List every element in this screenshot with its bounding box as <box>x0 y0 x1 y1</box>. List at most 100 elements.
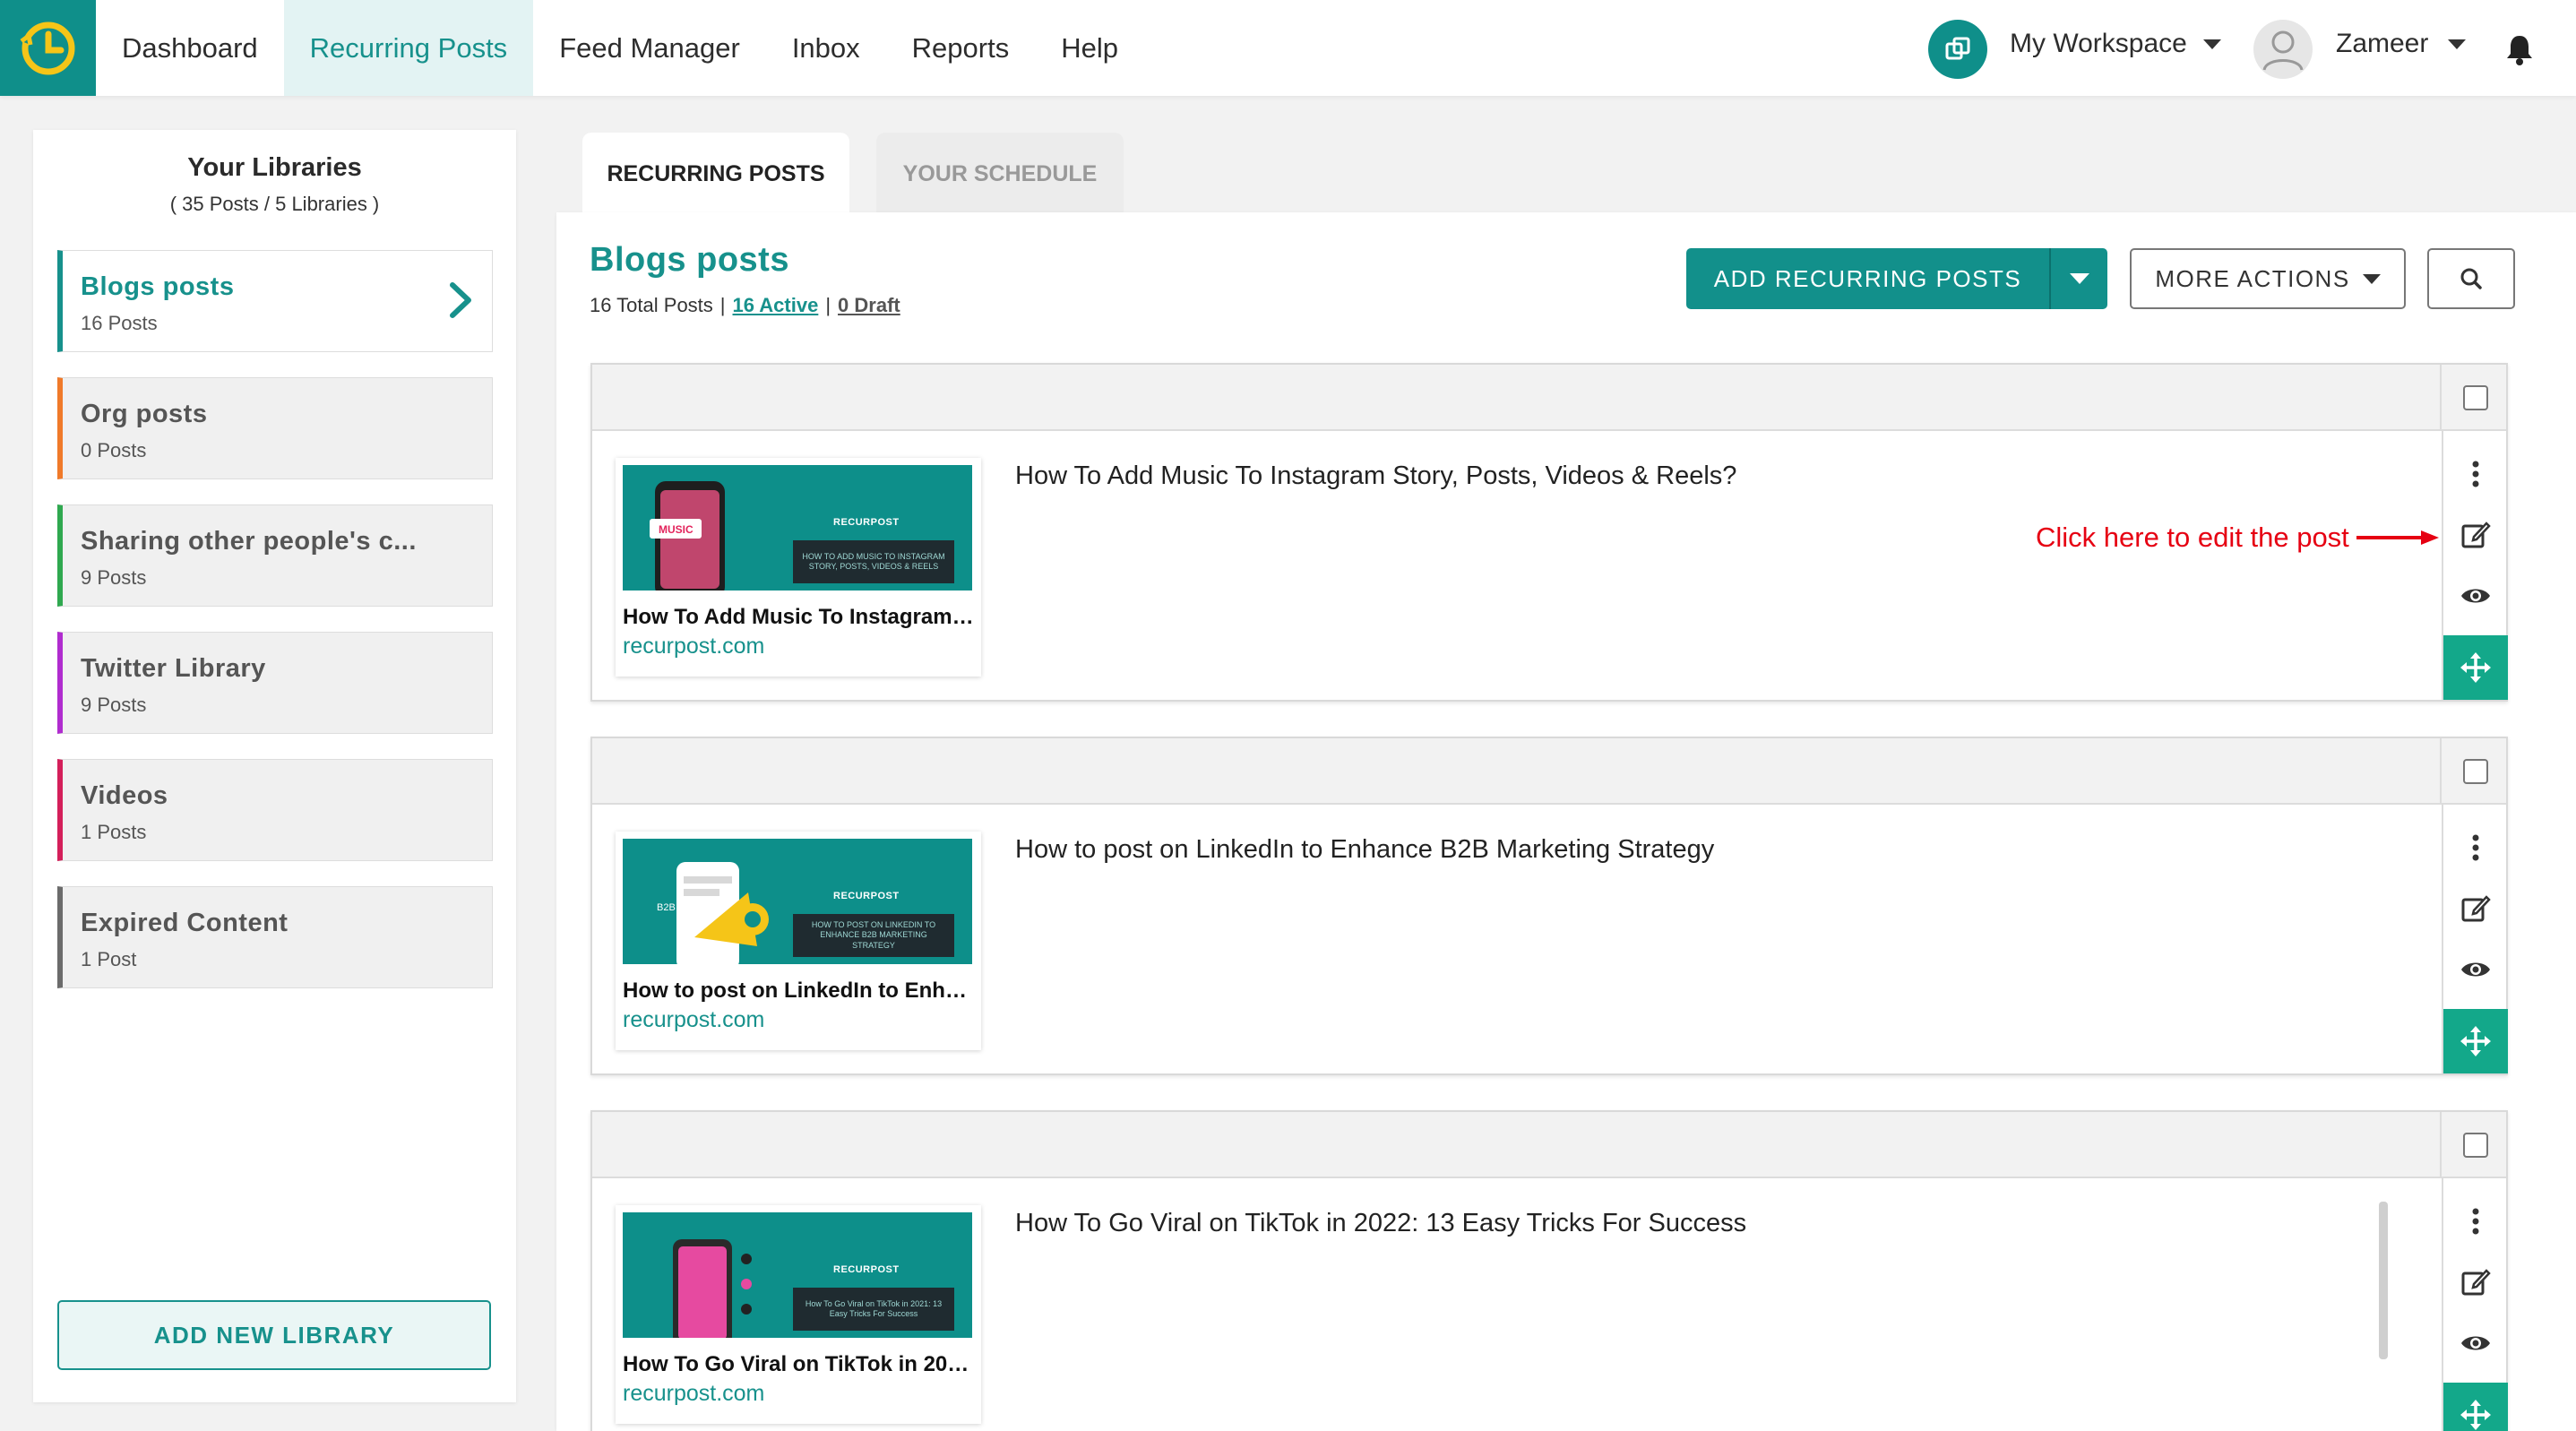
main-panel: Blogs posts 16 Total Posts | 16 Active |… <box>556 212 2576 1431</box>
library-name: Sharing other people's c... <box>81 527 417 556</box>
post-actions <box>2442 805 2508 1073</box>
library-count: 0 Posts <box>81 439 147 461</box>
library-count: 1 Posts <box>81 821 147 843</box>
edit-icon[interactable] <box>2460 892 2492 925</box>
more-vertical-icon[interactable] <box>2460 1205 2492 1237</box>
post-text: How To Go Viral on TikTok in 2022: 13 Ea… <box>1015 1209 1747 1237</box>
avatar[interactable] <box>2253 20 2313 79</box>
preview-domain: recurpost.com <box>623 1381 765 1406</box>
preview-domain: recurpost.com <box>623 1007 765 1032</box>
post-card-header <box>592 365 2506 431</box>
thumb-caption: How To Go Viral on TikTok in 2021: 13 Ea… <box>793 1288 954 1331</box>
more-actions-label: MORE ACTIONS <box>2155 264 2350 292</box>
preview-thumbnail: MUSIC RECURPOST HOW TO ADD MUSIC TO INST… <box>623 465 972 591</box>
workspace-name: My Workspace <box>2010 29 2187 58</box>
library-item-videos[interactable]: Videos 1 Posts <box>57 759 493 861</box>
workspace-dropdown[interactable]: My Workspace <box>2010 29 2221 59</box>
total-posts: 16 Total Posts <box>590 294 713 316</box>
library-count: 16 Posts <box>81 312 158 334</box>
post-actions <box>2442 431 2508 700</box>
post-select-checkbox[interactable] <box>2463 1133 2488 1158</box>
post-card-header <box>592 1112 2506 1178</box>
search-button[interactable] <box>2427 248 2515 309</box>
add-posts-dropdown-toggle[interactable] <box>2051 248 2107 309</box>
thumb-brand: RECURPOST <box>833 891 900 901</box>
nav-recurring-posts[interactable]: Recurring Posts <box>283 0 534 96</box>
add-recurring-posts-button[interactable]: ADD RECURRING POSTS <box>1686 248 2107 309</box>
eye-icon[interactable] <box>2460 1327 2492 1359</box>
drag-handle[interactable] <box>2443 635 2508 700</box>
edit-icon[interactable] <box>2460 519 2492 551</box>
post-card: RECURPOST How To Go Viral on TikTok in 2… <box>590 1110 2508 1431</box>
post-card: MUSIC RECURPOST HOW TO ADD MUSIC TO INST… <box>590 363 2508 702</box>
tab-recurring-posts[interactable]: RECURRING POSTS <box>582 133 849 215</box>
library-item-blogs-posts[interactable]: Blogs posts 16 Posts <box>57 250 493 352</box>
more-vertical-icon[interactable] <box>2460 458 2492 490</box>
thumb-brand: RECURPOST <box>833 517 900 528</box>
user-dropdown[interactable]: Zameer <box>2336 29 2467 59</box>
add-recurring-posts-label[interactable]: ADD RECURRING POSTS <box>1686 248 2051 309</box>
library-item-twitter[interactable]: Twitter Library 9 Posts <box>57 632 493 734</box>
chevron-down-icon <box>2202 39 2221 49</box>
edit-icon[interactable] <box>2460 1266 2492 1298</box>
sidebar-title: Your Libraries <box>187 153 362 182</box>
preview-thumbnail: B2B RECURPOST HOW TO POST ON LINKEDIN TO… <box>623 839 972 964</box>
divider <box>2440 365 2442 431</box>
link-preview[interactable]: RECURPOST How To Go Viral on TikTok in 2… <box>616 1205 981 1424</box>
post-select-checkbox[interactable] <box>2463 385 2488 410</box>
link-preview[interactable]: MUSIC RECURPOST HOW TO ADD MUSIC TO INST… <box>616 458 981 677</box>
draft-posts-link[interactable]: 0 Draft <box>838 294 900 317</box>
annotation-text: Click here to edit the post <box>2036 522 2349 553</box>
preview-thumbnail: RECURPOST How To Go Viral on TikTok in 2… <box>623 1212 972 1338</box>
nav-dashboard[interactable]: Dashboard <box>96 0 284 96</box>
library-count: 9 Posts <box>81 566 147 589</box>
move-icon <box>2460 1400 2491 1430</box>
drag-handle[interactable] <box>2443 1009 2508 1073</box>
drag-handle[interactable] <box>2443 1383 2508 1431</box>
workspace-icon[interactable] <box>1928 20 1987 79</box>
nav-help[interactable]: Help <box>1035 0 1144 96</box>
chevron-down-icon <box>2362 273 2381 284</box>
search-icon <box>2460 268 2482 289</box>
app-logo[interactable] <box>0 0 96 96</box>
post-text: How to post on LinkedIn to Enhance B2B M… <box>1015 835 1715 864</box>
divider <box>2440 738 2442 805</box>
post-select-checkbox[interactable] <box>2463 759 2488 784</box>
preview-title: How To Add Music To Instagram Story, Pos… <box>623 605 976 629</box>
divider <box>2440 1112 2442 1178</box>
library-name: Blogs posts <box>81 272 235 301</box>
preview-domain: recurpost.com <box>623 634 765 659</box>
more-actions-button[interactable]: MORE ACTIONS <box>2130 248 2406 309</box>
eye-icon[interactable] <box>2460 953 2492 986</box>
link-preview[interactable]: B2B RECURPOST HOW TO POST ON LINKEDIN TO… <box>616 832 981 1050</box>
post-card: B2B RECURPOST HOW TO POST ON LINKEDIN TO… <box>590 737 2508 1075</box>
more-vertical-icon[interactable] <box>2460 832 2492 864</box>
arrow-right-icon <box>2356 530 2439 545</box>
library-item-org-posts[interactable]: Org posts 0 Posts <box>57 377 493 479</box>
main-nav: Dashboard Recurring Posts Feed Manager I… <box>96 0 1144 96</box>
library-item-expired-content[interactable]: Expired Content 1 Post <box>57 886 493 988</box>
nav-reports[interactable]: Reports <box>886 0 1036 96</box>
library-heading: Blogs posts <box>590 241 789 279</box>
active-posts-link[interactable]: 16 Active <box>733 294 819 317</box>
tab-your-schedule[interactable]: YOUR SCHEDULE <box>876 133 1124 215</box>
library-name: Expired Content <box>81 909 289 937</box>
thumb-caption: HOW TO ADD MUSIC TO INSTAGRAM STORY, POS… <box>793 540 954 583</box>
user-icon <box>2262 30 2304 71</box>
thumb-badge-text: B2B <box>657 902 676 913</box>
library-item-sharing[interactable]: Sharing other people's c... 9 Posts <box>57 504 493 607</box>
post-text-scrollbar[interactable] <box>2379 1202 2388 1359</box>
chevron-right-icon <box>450 282 471 318</box>
thumb-brand: RECURPOST <box>833 1264 900 1275</box>
nav-inbox[interactable]: Inbox <box>766 0 886 96</box>
post-text: How To Add Music To Instagram Story, Pos… <box>1015 461 1737 490</box>
preview-title: How to post on LinkedIn to Enhance B2B M… <box>623 978 976 1003</box>
eye-icon[interactable] <box>2460 580 2492 612</box>
sidebar-subtitle: ( 35 Posts / 5 Libraries ) <box>169 193 380 215</box>
library-count: 1 Post <box>81 948 137 970</box>
bell-icon[interactable] <box>2503 32 2537 66</box>
preview-title: How To Go Viral on TikTok in 2022: 13 Ea… <box>623 1352 976 1376</box>
add-new-library-button[interactable]: ADD NEW LIBRARY <box>57 1300 491 1370</box>
nav-feed-manager[interactable]: Feed Manager <box>533 0 766 96</box>
user-name: Zameer <box>2336 29 2429 58</box>
